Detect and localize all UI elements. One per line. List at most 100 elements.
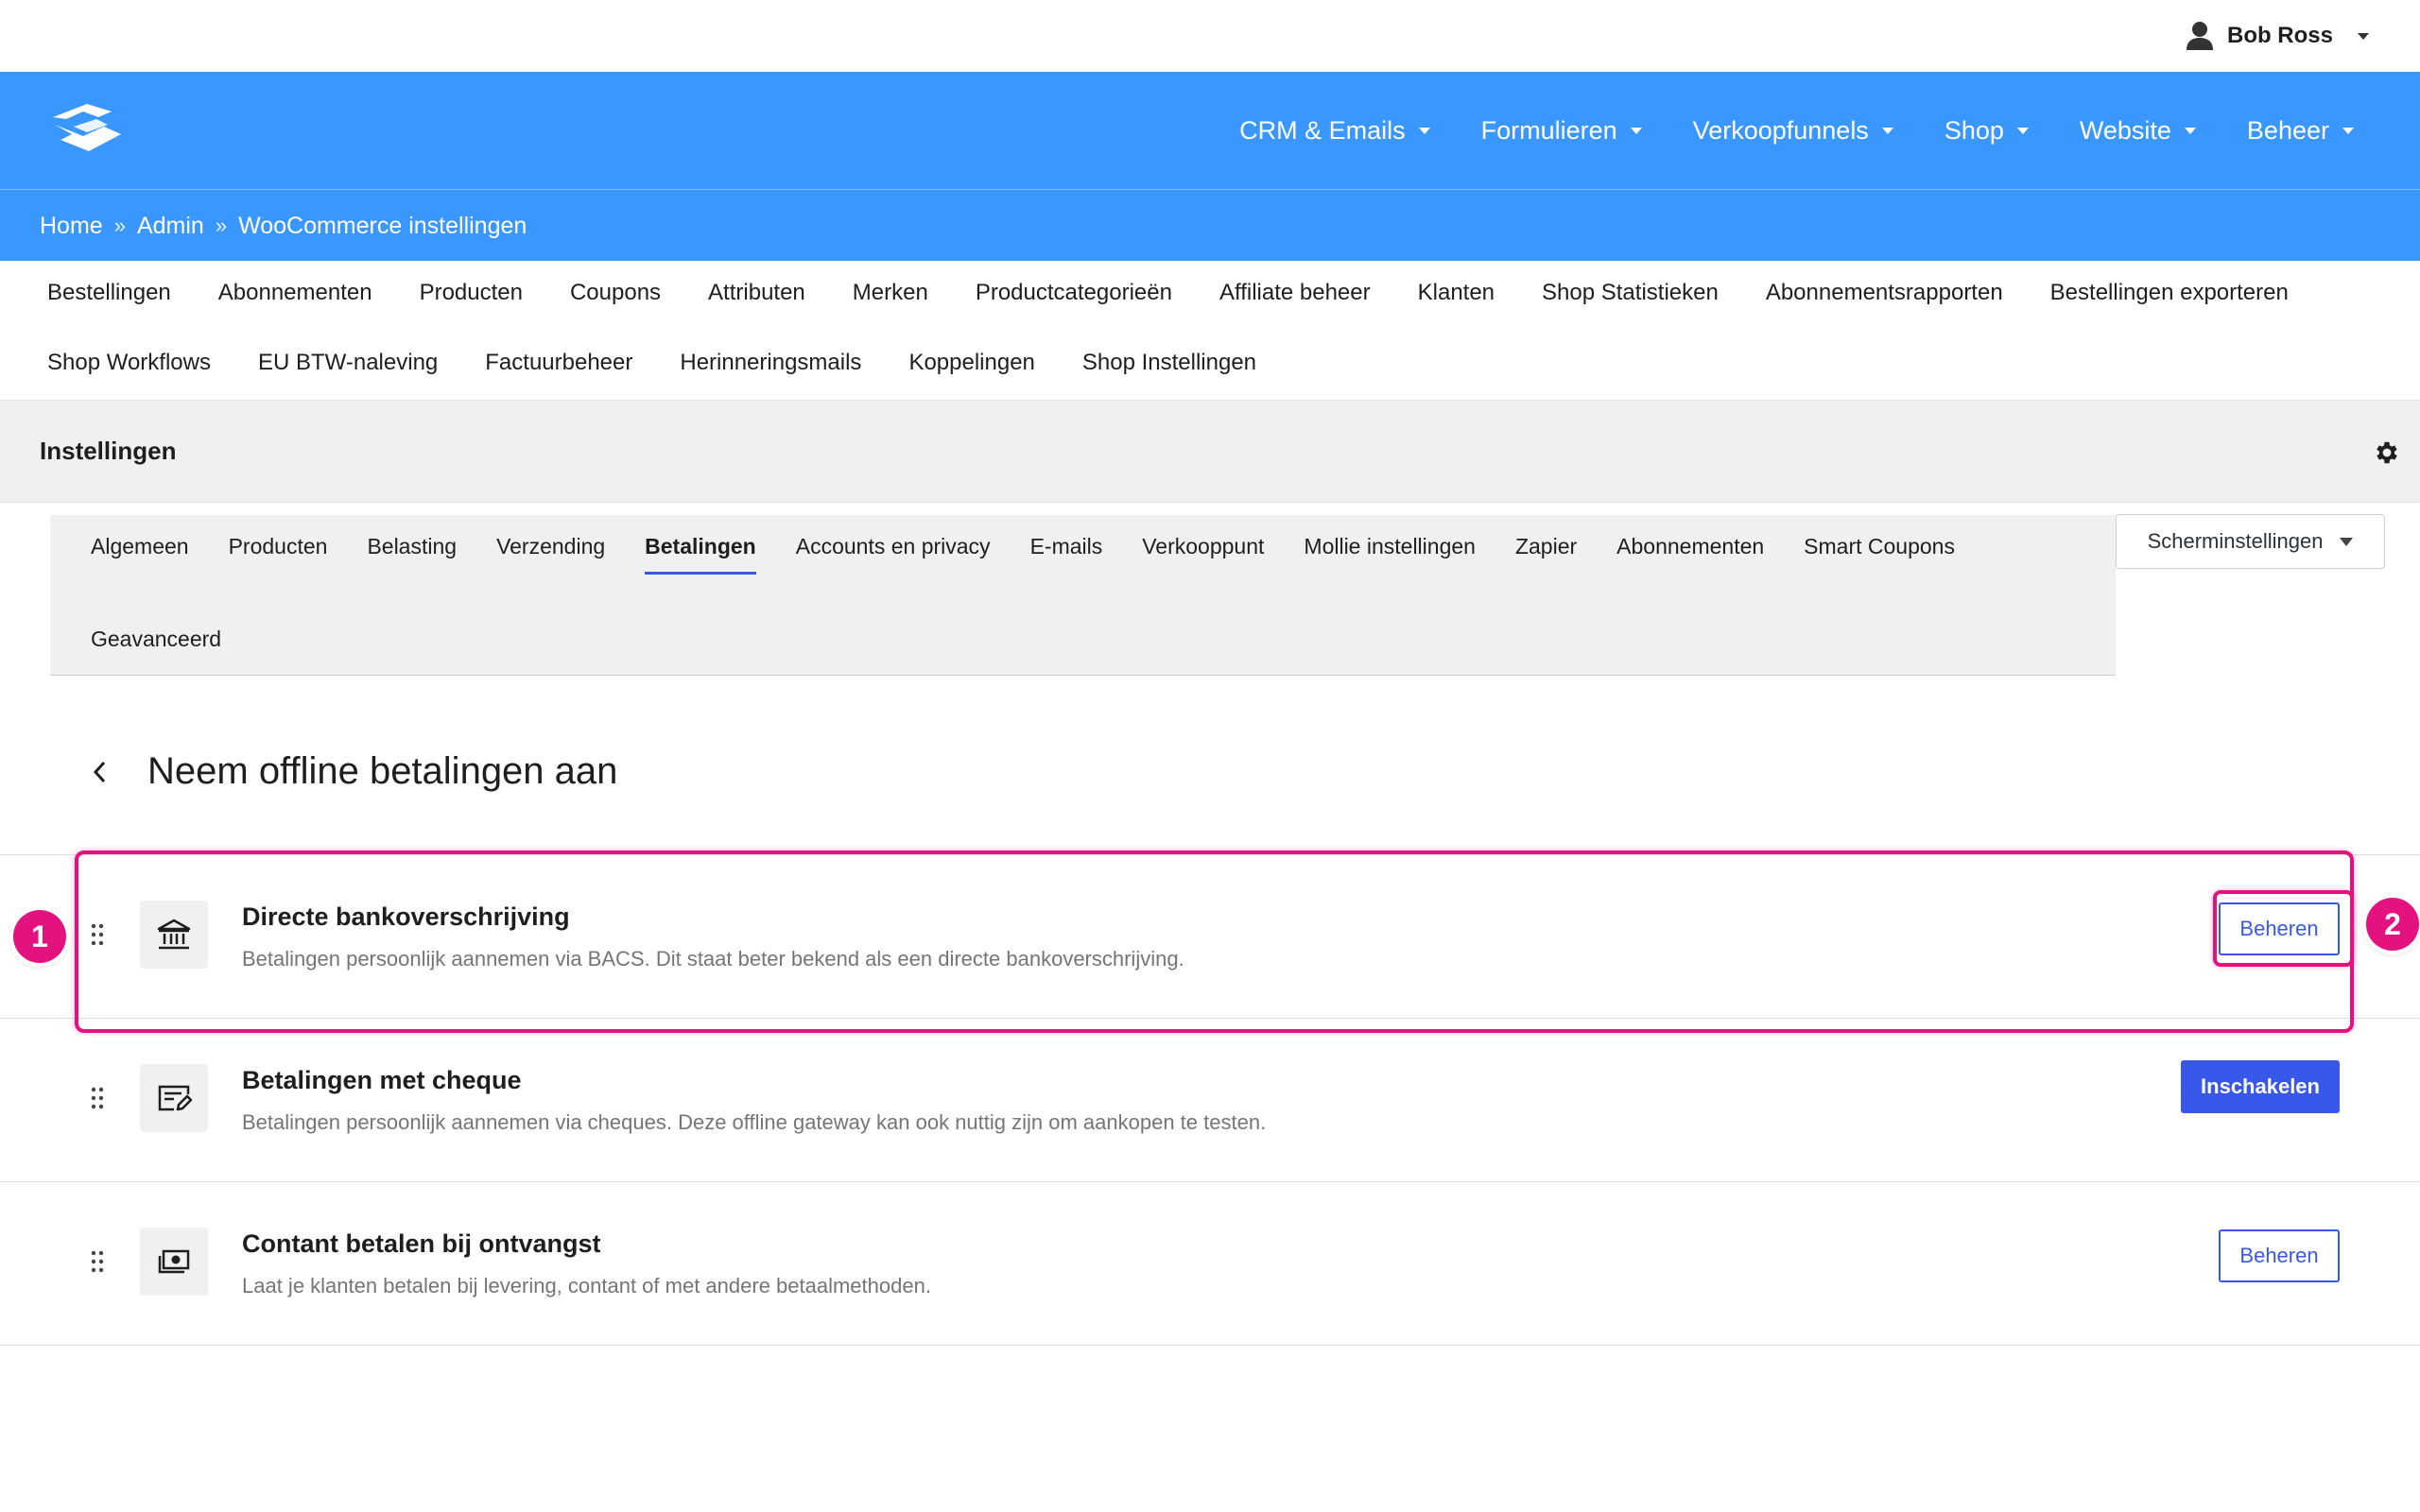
enable-cheque-button[interactable]: Inschakelen (2181, 1060, 2340, 1113)
tab-mollie-instellingen[interactable]: Mollie instellingen (1304, 534, 1476, 575)
payment-gateway-list: Directe bankoverschrijving Betalingen pe… (0, 854, 2420, 1346)
gateway-row: Directe bankoverschrijving Betalingen pe… (0, 855, 2420, 1019)
tab-e-mails[interactable]: E-mails (1030, 534, 1103, 575)
gateway-icon-box (140, 1228, 208, 1296)
gateway-row: Betalingen met cheque Betalingen persoon… (0, 1019, 2420, 1182)
menu-website[interactable]: Website (2080, 116, 2196, 146)
gateway-row: Contant betalen bij ontvangst Laat je kl… (0, 1182, 2420, 1346)
gateway-title: Contant betalen bij ontvangst (242, 1229, 601, 1258)
menu-label: CRM & Emails (1239, 115, 1406, 145)
breadcrumb: Home » Admin » WooCommerce instellingen (40, 190, 527, 262)
gear-icon[interactable] (2373, 438, 2401, 467)
chevron-down-icon (2342, 127, 2354, 134)
manage-cod-button[interactable]: Beheren (2219, 1229, 2340, 1282)
shop-menu-item[interactable]: Herinneringsmails (680, 350, 861, 376)
chevron-down-icon (2184, 127, 2196, 134)
breadcrumb-admin[interactable]: Admin (137, 213, 204, 240)
screen-options-button[interactable]: Scherminstellingen (2116, 514, 2385, 569)
shop-menu-item[interactable]: Klanten (1418, 280, 1495, 306)
gateway-icon-box (140, 1064, 208, 1132)
drag-handle-icon[interactable] (89, 921, 106, 948)
tab-betalingen[interactable]: Betalingen (645, 534, 756, 575)
logo[interactable] (45, 98, 127, 161)
tabs-row: Algemeen Producten Belasting Verzending … (91, 534, 1955, 575)
cheque-icon (158, 1085, 193, 1111)
breadcrumb-current[interactable]: WooCommerce instellingen (238, 213, 527, 240)
shop-menu-item[interactable]: Shop Instellingen (1082, 350, 1256, 376)
chevron-down-icon (1881, 127, 1893, 134)
menu-verkoopfunnels[interactable]: Verkoopfunnels (1693, 116, 1893, 146)
shop-submenu-row: Shop Workflows EU BTW-naleving Factuurbe… (47, 350, 1256, 376)
manage-bacs-button[interactable]: Beheren (2219, 902, 2340, 955)
user-bar: Bob Ross (0, 0, 2420, 72)
gateway-description: Betalingen persoonlijk aannemen via BACS… (242, 947, 1184, 971)
main-menu: CRM & Emails Formulieren Verkoopfunnels … (1239, 72, 2354, 189)
annotation-marker-2: 2 (2366, 898, 2419, 951)
annotation-marker-1: 1 (13, 910, 66, 963)
screen-options-label: Scherminstellingen (2147, 529, 2324, 553)
drag-handle-icon[interactable] (89, 1248, 106, 1275)
tab-geavanceerd[interactable]: Geavanceerd (91, 627, 221, 667)
tab-verkooppunt[interactable]: Verkooppunt (1142, 534, 1264, 575)
menu-formulieren[interactable]: Formulieren (1481, 116, 1642, 146)
menu-label: Beheer (2246, 115, 2329, 145)
shop-menu-item[interactable]: Coupons (570, 280, 661, 306)
tab-zapier[interactable]: Zapier (1515, 534, 1577, 575)
shop-submenu-row: Bestellingen Abonnementen Producten Coup… (47, 280, 2289, 306)
menu-shop[interactable]: Shop (1945, 116, 2029, 146)
tab-belasting[interactable]: Belasting (367, 534, 457, 575)
user-name: Bob Ross (2226, 23, 2333, 48)
shop-menu-item[interactable]: Factuurbeheer (485, 350, 632, 376)
page-title: Instellingen (40, 437, 177, 465)
tab-algemeen[interactable]: Algemeen (91, 534, 189, 575)
settings-tabs: Algemeen Producten Belasting Verzending … (50, 515, 2116, 676)
shop-menu-item[interactable]: Productcategorieën (976, 280, 1172, 306)
shop-menu-item[interactable]: Affiliate beheer (1219, 280, 1371, 306)
menu-label: Verkoopfunnels (1692, 115, 1869, 145)
user-menu[interactable]: Bob Ross (2186, 17, 2369, 55)
breadcrumb-bar: Home » Admin » WooCommerce instellingen (0, 189, 2420, 261)
menu-label: Formulieren (1480, 115, 1617, 145)
shop-menu-item[interactable]: Merken (853, 280, 928, 306)
breadcrumb-separator: » (113, 214, 126, 237)
shop-menu-item[interactable]: Shop Workflows (47, 350, 211, 376)
menu-label: Shop (1944, 115, 2004, 145)
gateway-title: Directe bankoverschrijving (242, 902, 570, 931)
bank-icon (157, 919, 191, 950)
menu-crm-emails[interactable]: CRM & Emails (1239, 116, 1430, 146)
breadcrumb-separator: » (215, 214, 228, 237)
shop-menu-item[interactable]: Producten (420, 280, 523, 306)
chevron-down-icon (2016, 127, 2029, 134)
shop-menu-item[interactable]: Shop Statistieken (1542, 280, 1719, 306)
tab-producten[interactable]: Producten (229, 534, 328, 575)
settings-header: Instellingen (0, 401, 2420, 503)
page-heading: Neem offline betalingen aan (147, 750, 618, 792)
shop-menu-item[interactable]: Koppelingen (908, 350, 1034, 376)
shop-menu-item[interactable]: Abonnementsrapporten (1766, 280, 2003, 306)
gateway-description: Betalingen persoonlijk aannemen via cheq… (242, 1110, 1267, 1134)
tab-verzending[interactable]: Verzending (496, 534, 605, 575)
cash-icon (158, 1249, 190, 1274)
back-arrow-icon[interactable] (87, 756, 113, 788)
gateway-description: Laat je klanten betalen bij levering, co… (242, 1274, 931, 1297)
menu-beheer[interactable]: Beheer (2247, 116, 2354, 146)
menu-label: Website (2079, 115, 2171, 145)
chevron-down-icon (2358, 32, 2369, 40)
breadcrumb-home[interactable]: Home (40, 213, 103, 240)
shop-menu-item[interactable]: Attributen (708, 280, 805, 306)
user-icon (2186, 22, 2213, 50)
shop-menu-item[interactable]: Abonnementen (218, 280, 372, 306)
shop-submenu: Bestellingen Abonnementen Producten Coup… (0, 261, 2420, 401)
shop-menu-item[interactable]: Bestellingen exporteren (2050, 280, 2289, 306)
chevron-down-icon (1630, 127, 1642, 134)
drag-handle-icon[interactable] (89, 1085, 106, 1111)
shop-menu-item[interactable]: Bestellingen (47, 280, 171, 306)
tab-accounts-en-privacy[interactable]: Accounts en privacy (796, 534, 991, 575)
tabs-row: Geavanceerd (91, 627, 221, 667)
main-navbar: CRM & Emails Formulieren Verkoopfunnels … (0, 72, 2420, 189)
tab-smart-coupons[interactable]: Smart Coupons (1804, 534, 1955, 575)
gateway-title: Betalingen met cheque (242, 1066, 522, 1094)
shop-menu-item[interactable]: EU BTW-naleving (258, 350, 438, 376)
gateway-icon-box (140, 901, 208, 969)
tab-abonnementen[interactable]: Abonnementen (1616, 534, 1764, 575)
